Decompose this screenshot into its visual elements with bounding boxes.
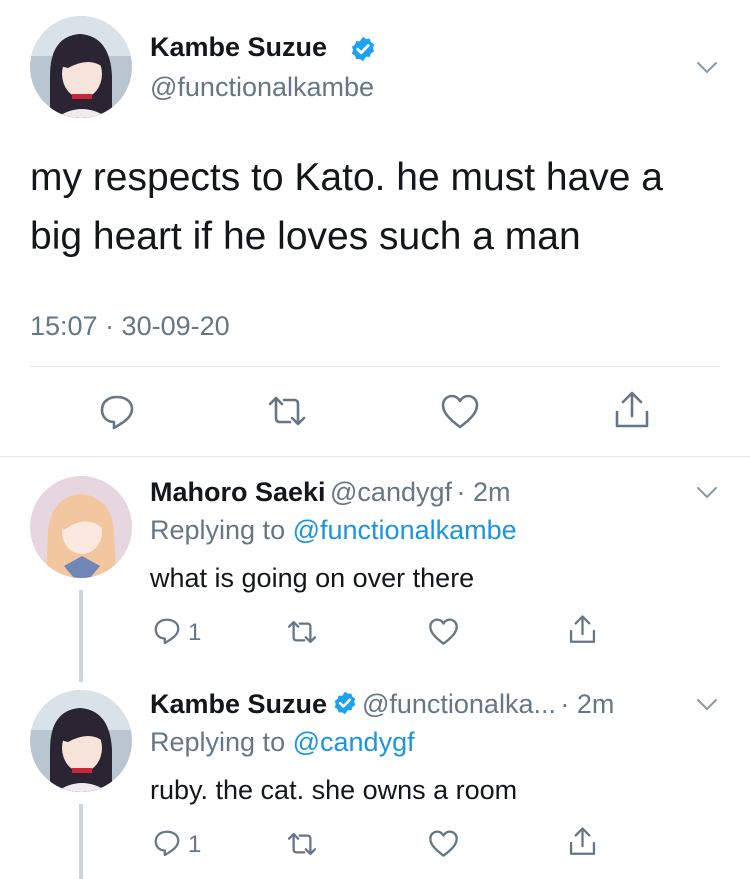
main-tweet-text-line-1: my respects to Kato. he must have a bbox=[30, 156, 663, 199]
share-icon[interactable] bbox=[613, 390, 651, 430]
chevron-down-icon[interactable] bbox=[696, 698, 718, 712]
reply-1-author-handle[interactable]: @candygf bbox=[330, 477, 452, 507]
main-author-name[interactable]: Kambe Suzue bbox=[150, 32, 327, 63]
verified-badge-icon bbox=[349, 35, 377, 68]
verified-badge-icon bbox=[332, 690, 358, 721]
reply-2-avatar[interactable] bbox=[30, 690, 132, 792]
like-icon[interactable] bbox=[428, 618, 459, 646]
reply-1-text: what is going on over there bbox=[150, 563, 475, 593]
replying-to-link[interactable]: @candygf bbox=[293, 727, 415, 757]
like-icon[interactable] bbox=[428, 830, 459, 858]
section-divider bbox=[0, 456, 750, 457]
main-tweet-avatar[interactable] bbox=[30, 16, 132, 118]
reply-icon[interactable] bbox=[97, 392, 137, 432]
reply-1-avatar[interactable] bbox=[30, 476, 132, 578]
chevron-down-icon[interactable] bbox=[696, 486, 718, 500]
reply-1-reply-count: 1 bbox=[188, 619, 202, 646]
reply-2-text: ruby. the cat. she owns a room bbox=[150, 775, 518, 805]
reply-1-replying-to: Replying to @functionalkambe bbox=[150, 515, 517, 546]
reply-icon[interactable] bbox=[152, 828, 182, 858]
reply-icon[interactable] bbox=[152, 616, 182, 646]
main-author-handle[interactable]: @functionalkambe bbox=[150, 72, 374, 103]
main-tweet-timestamp: 15:07 · 30-09-20 bbox=[30, 311, 230, 341]
reply-1-header: Mahoro Saeki @candygf · 2m bbox=[150, 477, 510, 508]
retweet-icon[interactable] bbox=[266, 394, 308, 428]
reply-2-header: Kambe Suzue @functionalka... · 2m bbox=[150, 689, 614, 721]
thread-line bbox=[79, 590, 83, 682]
replying-to-link[interactable]: @functionalkambe bbox=[293, 515, 517, 545]
reply-2-replying-to: Replying to @candygf bbox=[150, 727, 415, 758]
reply-2-author-name[interactable]: Kambe Suzue bbox=[150, 689, 327, 719]
share-icon[interactable] bbox=[568, 614, 597, 645]
reply-1-author-name[interactable]: Mahoro Saeki bbox=[150, 477, 326, 507]
main-tweet-text-line-2: big heart if he loves such a man bbox=[30, 215, 581, 258]
chevron-down-icon[interactable] bbox=[696, 61, 718, 75]
reply-1-time: · 2m bbox=[456, 477, 511, 507]
replying-to-label: Replying to bbox=[150, 515, 286, 545]
main-tweet-divider bbox=[30, 366, 720, 367]
thread-line bbox=[79, 804, 83, 879]
replying-to-label: Replying to bbox=[150, 727, 286, 757]
reply-2-time: · 2m bbox=[560, 689, 615, 719]
share-icon[interactable] bbox=[568, 826, 597, 857]
like-icon[interactable] bbox=[440, 394, 480, 430]
reply-2-reply-count: 1 bbox=[188, 831, 202, 858]
reply-2-author-handle[interactable]: @functionalka... bbox=[362, 689, 556, 719]
retweet-icon[interactable] bbox=[286, 831, 318, 857]
retweet-icon[interactable] bbox=[286, 619, 318, 645]
